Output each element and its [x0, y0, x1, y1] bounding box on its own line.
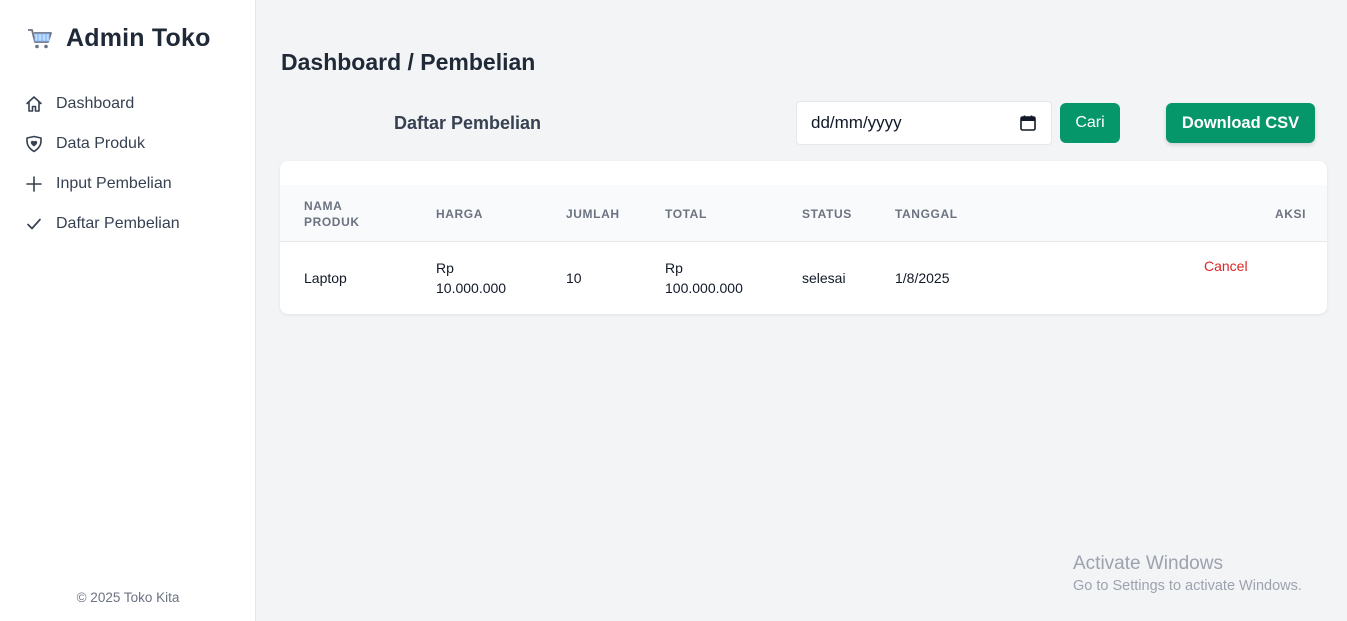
brand-title: Admin Toko [66, 24, 211, 52]
home-icon [22, 92, 46, 116]
sidebar-item-input-pembelian[interactable]: Input Pembelian [22, 164, 242, 204]
header-status: STATUS [802, 207, 852, 221]
cell-total: Rp 100.000.000 [665, 258, 743, 298]
cell-tanggal: 1/8/2025 [895, 270, 950, 286]
header-nama-line1: NAMA [304, 199, 343, 213]
plus-icon [22, 172, 46, 196]
page-title: Dashboard / Pembelian [281, 49, 536, 75]
search-button[interactable]: Cari [1060, 103, 1120, 143]
download-csv-button[interactable]: Download CSV [1166, 103, 1315, 143]
cell-status: selesai [802, 270, 846, 286]
shopping-cart-icon [26, 25, 54, 53]
brand[interactable]: Admin Toko [26, 24, 211, 53]
sidebar-item-label: Dashboard [56, 95, 135, 112]
sidebar-nav: Dashboard Data Produk Input Pembelian Da… [22, 84, 242, 244]
sidebar-item-daftar-pembelian[interactable]: Daftar Pembelian [22, 204, 242, 244]
cell-harga-line2: 10.000.000 [436, 280, 507, 296]
check-icon [22, 212, 46, 236]
sidebar-item-label: Input Pembelian [56, 175, 172, 192]
header-nama-line2: PRODUK [304, 215, 360, 229]
sidebar-item-label: Data Produk [56, 135, 145, 152]
header-total: TOTAL [665, 207, 707, 221]
sidebar-footer: © 2025 Toko Kita [76, 590, 180, 605]
sidebar-item-label: Daftar Pembelian [56, 215, 180, 232]
windows-activation-watermark: Activate Windows Go to Settings to activ… [1073, 553, 1302, 594]
cell-total-line1: Rp [665, 260, 683, 276]
section-label: Daftar Pembelian [394, 113, 542, 133]
sidebar: Admin Toko Dashboard Data Produk Input P… [0, 0, 256, 621]
cell-jumlah: 10 [566, 270, 582, 286]
watermark-title: Activate Windows [1073, 553, 1223, 574]
header-jumlah: JUMLAH [566, 207, 620, 221]
purchase-table: NAMA PRODUK HARGA JUMLAH TOTAL STATUS TA… [280, 161, 1327, 314]
date-input-value: dd/mm/yyyy [811, 113, 902, 132]
date-filter-input[interactable]: dd/mm/yyyy [796, 101, 1052, 145]
cancel-link[interactable]: Cancel [1204, 258, 1248, 274]
cell-harga: Rp 10.000.000 [436, 258, 506, 298]
sidebar-item-dashboard[interactable]: Dashboard [22, 84, 242, 124]
cell-harga-line1: Rp [436, 260, 454, 276]
calendar-icon[interactable] [1019, 114, 1037, 132]
header-nama-produk: NAMA PRODUK [304, 198, 360, 230]
header-tanggal: TANGGAL [895, 207, 958, 221]
shield-heart-icon [22, 132, 46, 156]
sidebar-item-data-produk[interactable]: Data Produk [22, 124, 242, 164]
cell-nama-produk: Laptop [304, 270, 347, 286]
table-header: NAMA PRODUK HARGA JUMLAH TOTAL STATUS TA… [280, 185, 1327, 242]
watermark-subtitle: Go to Settings to activate Windows. [1073, 578, 1302, 594]
main-content: Dashboard / Pembelian Daftar Pembelian d… [256, 0, 1347, 621]
cell-total-line2: 100.000.000 [665, 280, 743, 296]
header-harga: HARGA [436, 207, 483, 221]
header-aksi: AKSI [1275, 207, 1307, 221]
